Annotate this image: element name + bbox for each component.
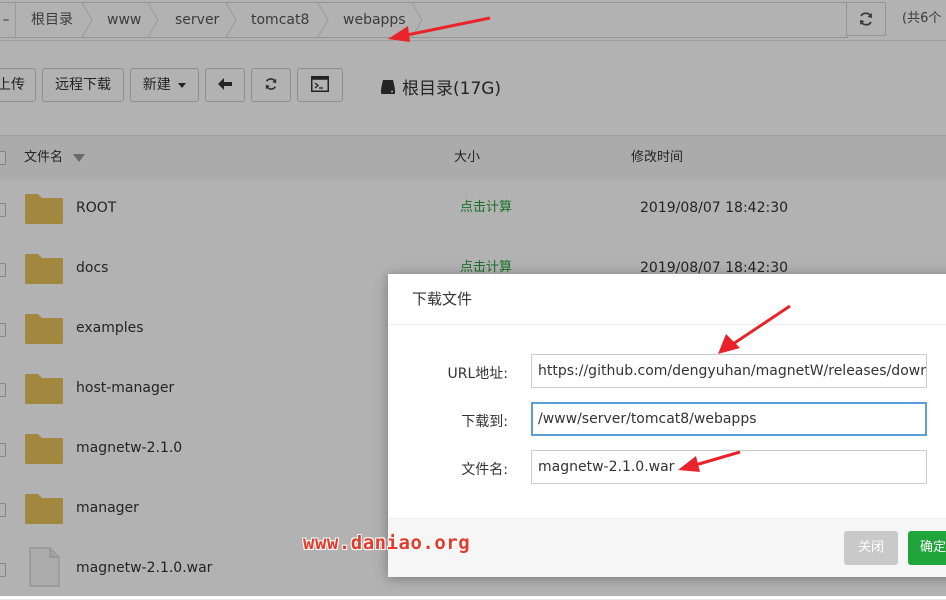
destination-input[interactable]: /www/server/tomcat8/webapps [531, 402, 927, 436]
confirm-button[interactable]: 确定 [908, 531, 946, 565]
url-input[interactable]: https://github.com/dengyuhan/magnetW/rel… [531, 354, 927, 388]
annotation-arrow-url [718, 304, 791, 354]
dialog-footer: 关闭 确定 [388, 518, 946, 577]
annotation-arrow-filename [678, 450, 741, 472]
watermark-text: www.daniao.org [303, 532, 471, 554]
dialog-header: 下载文件 [388, 274, 946, 325]
filename-label: 文件名: [461, 462, 508, 478]
close-button[interactable]: 关闭 [844, 531, 898, 565]
dialog-title: 下载文件 [412, 290, 473, 308]
annotation-arrow-breadcrumb [388, 16, 491, 42]
url-label: URL地址: [447, 366, 509, 382]
download-file-dialog: 下载文件 URL地址: https://github.com/dengyuhan… [388, 274, 946, 577]
destination-label: 下载到: [461, 414, 508, 430]
